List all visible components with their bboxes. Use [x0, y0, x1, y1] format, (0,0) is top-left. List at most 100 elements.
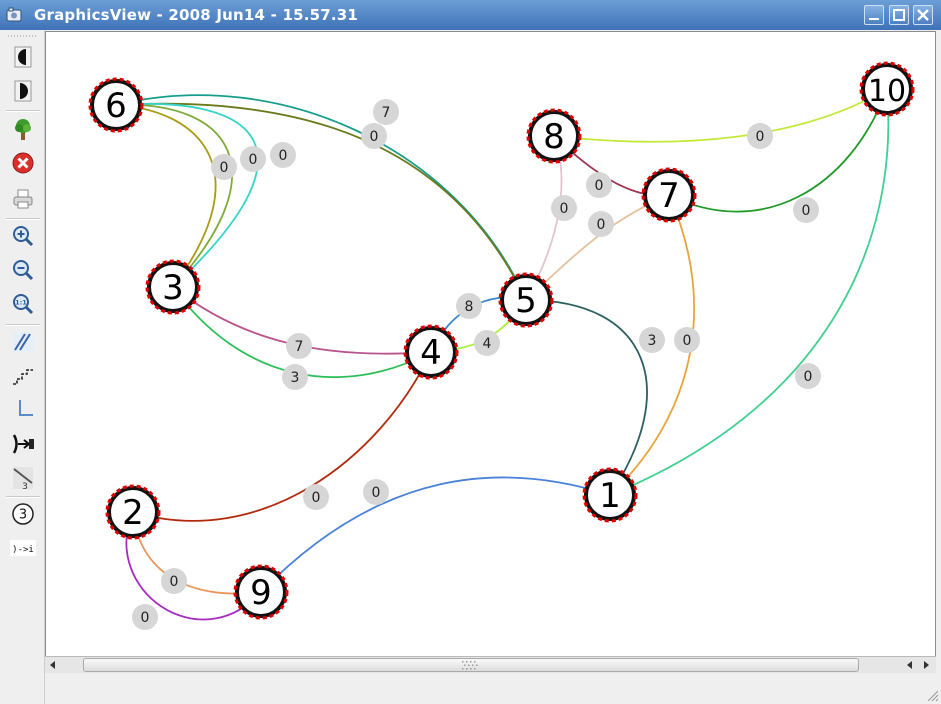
node-label: 6: [105, 86, 127, 126]
vertex-label-button[interactable]: 3: [8, 499, 38, 529]
arrow-text-icon: )->i: [10, 540, 36, 556]
edge-weight-badge[interactable]: 0: [588, 211, 614, 237]
minimize-icon: [869, 18, 879, 20]
zoom-in-button[interactable]: [8, 221, 38, 251]
step-back-button[interactable]: [8, 42, 38, 72]
toolbar-separator: [6, 324, 40, 326]
arrow-into-bracket-icon: [12, 434, 34, 454]
edge-6-3[interactable]: [115, 103, 259, 288]
node-4[interactable]: 4: [403, 324, 459, 380]
scroll-thumb[interactable]: [83, 658, 859, 672]
node-1[interactable]: 1: [582, 467, 638, 523]
edge-weight-layer: 700 0 000000038473 00 000: [132, 99, 821, 630]
orthogonal-button[interactable]: [8, 395, 38, 425]
edge-weight-badge[interactable]: 0: [674, 327, 700, 353]
zoom-out-button[interactable]: [8, 255, 38, 285]
edge-weight-badge[interactable]: 0: [240, 146, 266, 172]
straight-edges-button[interactable]: [8, 327, 38, 357]
node-6[interactable]: 6: [88, 77, 144, 133]
edge-weight-label: 0: [597, 217, 606, 233]
node-2[interactable]: 2: [105, 484, 161, 540]
edge-direction-button[interactable]: [8, 429, 38, 459]
toolbar-separator: [6, 110, 40, 112]
node-label: 9: [250, 573, 272, 613]
node-label: 8: [543, 117, 565, 157]
edge-5-1[interactable]: [525, 299, 648, 496]
node-10[interactable]: 10: [859, 61, 915, 117]
half-circle-left-icon: [14, 46, 32, 68]
minimize-button[interactable]: [864, 5, 884, 25]
edge-weight-label: 4: [483, 336, 492, 352]
edge-weight-label: 0: [141, 610, 150, 626]
printer-icon: [13, 189, 33, 209]
title-bar: GraphicsView - 2008 Jun14 - 15.57.31: [0, 0, 941, 30]
node-9[interactable]: 9: [233, 564, 289, 620]
node-label: 3: [162, 268, 184, 308]
zoom-actual-size-icon: 1:1: [13, 294, 34, 315]
edge-3-4[interactable]: [172, 286, 432, 379]
edge-weight-badge[interactable]: 0: [161, 568, 187, 594]
horizontal-scrollbar[interactable]: [45, 656, 936, 673]
resize-grip[interactable]: [925, 688, 939, 702]
edge-weight-label: 0: [804, 369, 813, 385]
zoom-actual-size-button[interactable]: 1:1: [8, 289, 38, 319]
node-3[interactable]: 3: [145, 259, 201, 315]
close-icon: [917, 9, 929, 21]
node-5[interactable]: 5: [498, 272, 554, 328]
step-forward-button[interactable]: [8, 76, 38, 106]
edge-8-10[interactable]: [553, 88, 888, 143]
tool-bar: 1:1 3 3)->i: [0, 30, 45, 704]
edge-weight-label: 0: [802, 203, 811, 219]
edge-weight-badge[interactable]: 0: [551, 195, 577, 221]
edge-7-10[interactable]: [668, 88, 888, 213]
scroll-right-button[interactable]: [918, 657, 934, 673]
edge-weight-badge[interactable]: 7: [286, 333, 312, 359]
edge-weight-badge[interactable]: 0: [270, 142, 296, 168]
toolbar-grip[interactable]: [8, 34, 38, 38]
zoom-actual-size-label: 1:1: [15, 299, 27, 307]
edge-weight-badge[interactable]: 0: [793, 197, 819, 223]
edge-weight-badge[interactable]: 0: [586, 172, 612, 198]
node-label: 4: [420, 333, 442, 373]
close-button[interactable]: [913, 5, 933, 25]
app-icon[interactable]: [6, 7, 22, 23]
edge-weight-badge[interactable]: 7: [373, 99, 399, 125]
scroll-left-button[interactable]: [45, 657, 61, 673]
edge-weight-badge[interactable]: 0: [211, 154, 237, 180]
node-7[interactable]: 7: [641, 167, 697, 223]
node-label: 2: [122, 493, 144, 533]
edge-weight-badge[interactable]: 8: [456, 293, 482, 319]
delete-button[interactable]: [8, 148, 38, 178]
edge-weight-badge[interactable]: 0: [795, 363, 821, 389]
edge-weight-label: 3: [22, 482, 28, 491]
edge-weight-label: 0: [170, 574, 179, 590]
edge-weight-label: 0: [560, 201, 569, 217]
edge-10-1[interactable]: [609, 88, 890, 496]
graph-canvas[interactable]: 7 0 0 0 0 0 0 0 0 0 0 3 8 4 7 3 0 0 0 0 0 1 2 3 4 5 6 7 8 9 10: [45, 31, 936, 673]
edge-weight-button[interactable]: 3: [8, 463, 38, 493]
print-button[interactable]: [8, 184, 38, 214]
edge-weight-badge[interactable]: 0: [132, 604, 158, 630]
edge-weight-badge[interactable]: 3: [639, 327, 665, 353]
edge-weight-badge[interactable]: 0: [747, 123, 773, 149]
node-label: 5: [515, 281, 537, 321]
edge-weight-badge[interactable]: 3: [282, 364, 308, 390]
node-label: 7: [658, 176, 680, 216]
toolbar-separator: [6, 496, 40, 498]
node-label: 1: [599, 476, 621, 516]
edge-weight-label: 0: [370, 129, 379, 145]
edge-weight-badge[interactable]: 0: [363, 479, 389, 505]
edge-weight-badge[interactable]: 0: [361, 123, 387, 149]
polyline-edges-button[interactable]: [8, 361, 38, 391]
node-label: 10: [868, 74, 906, 109]
maximize-button[interactable]: [889, 5, 909, 25]
edge-weight-badge[interactable]: 4: [474, 330, 500, 356]
arrow-label-button[interactable]: )->i: [8, 533, 38, 563]
tree-button[interactable]: [8, 114, 38, 144]
edge-weight-label: 0: [279, 148, 288, 164]
node-8[interactable]: 8: [526, 108, 582, 164]
graph-scene[interactable]: 700 0 000000038473 00 00012345678910: [46, 32, 935, 656]
scroll-left-button-secondary[interactable]: [902, 657, 918, 673]
edge-weight-badge[interactable]: 0: [303, 484, 329, 510]
edge-weight-label: 8: [465, 299, 474, 315]
